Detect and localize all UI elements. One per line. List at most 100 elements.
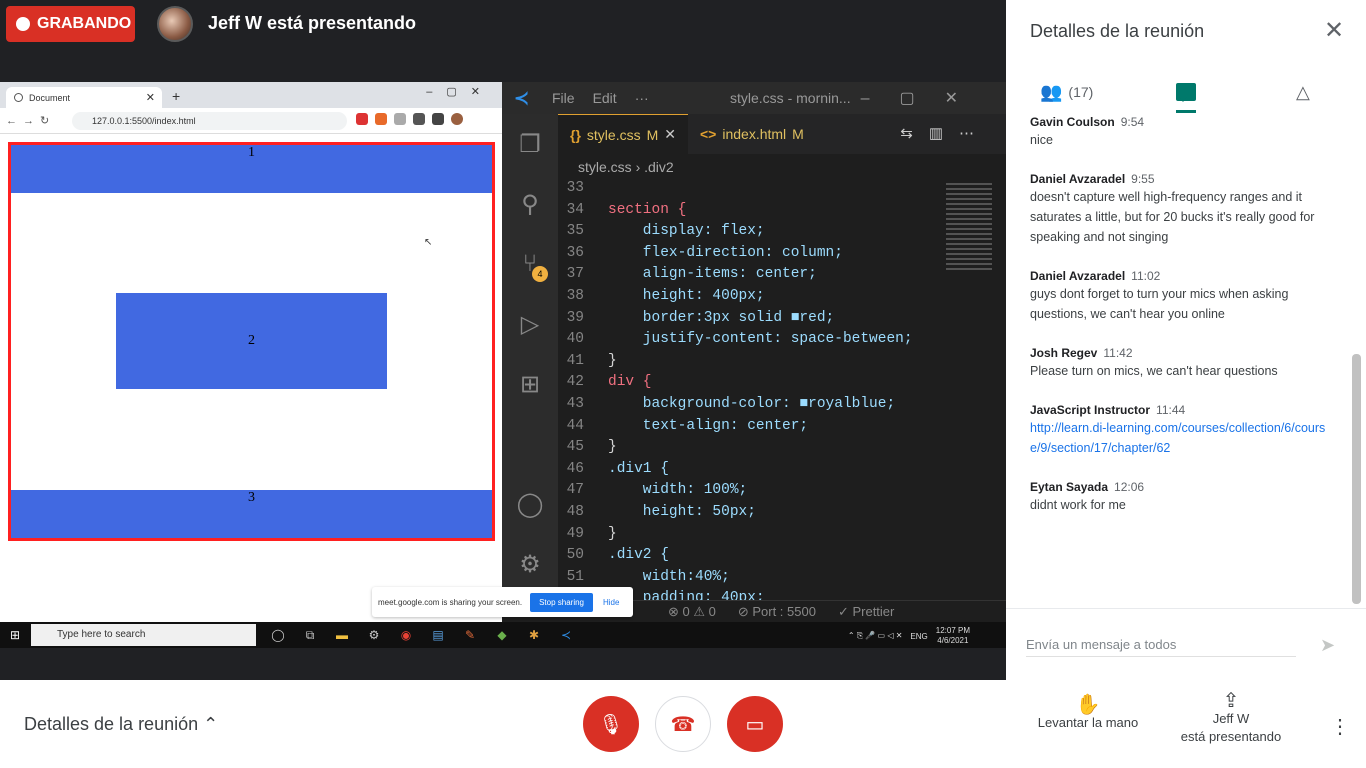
code-line[interactable]: 44 text-align: center; bbox=[558, 418, 946, 440]
menu-file[interactable]: File bbox=[552, 90, 575, 106]
nav-icons[interactable]: ←→↻ bbox=[6, 114, 55, 127]
close-icon[interactable]: ✕ bbox=[1324, 16, 1344, 45]
line-text: } bbox=[608, 352, 617, 369]
extension-icon[interactable] bbox=[394, 113, 406, 125]
tab-chat[interactable] bbox=[1176, 72, 1196, 112]
settings-gear-icon[interactable]: ⚙ bbox=[502, 534, 558, 594]
puzzle-icon[interactable] bbox=[432, 113, 444, 125]
problems-status[interactable]: ⊗ 0 ⚠ 0 bbox=[668, 604, 716, 620]
stop-sharing-button[interactable]: Stop sharing bbox=[530, 592, 593, 612]
line-text: text-align: center; bbox=[608, 417, 809, 434]
tab-label: style.css bbox=[586, 126, 641, 143]
raise-hand-button[interactable]: ✋ Levantar la mano bbox=[1034, 695, 1142, 732]
code-line[interactable]: 38 height: 400px; bbox=[558, 288, 946, 310]
meeting-details-panel: Detalles de la reunión ✕ 👥 (17) △ Gavin C… bbox=[1006, 0, 1366, 680]
code-line[interactable]: 34 section { bbox=[558, 202, 946, 224]
code-line[interactable]: 47 width: 100%; bbox=[558, 482, 946, 504]
search-icon[interactable]: ⚲ bbox=[502, 174, 558, 234]
chrome-icon[interactable]: ◉ bbox=[390, 624, 422, 646]
editor-actions[interactable]: ⇆▥⋯ bbox=[900, 124, 990, 142]
profile-icon[interactable] bbox=[451, 113, 463, 125]
line-number: 49 bbox=[566, 525, 584, 542]
line-number: 43 bbox=[566, 395, 584, 412]
menu-more[interactable]: ··· bbox=[635, 90, 649, 106]
app-icon[interactable]: ✎ bbox=[454, 624, 486, 646]
line-text: .div2 { bbox=[608, 547, 669, 564]
extensions-icon[interactable]: ⊞ bbox=[502, 354, 558, 414]
meeting-details-toggle[interactable]: Detalles de la reunión ⌃ bbox=[24, 714, 218, 735]
tray-icons[interactable]: ⌃ ⎘ 🎤 ▭ ◁ ✕ bbox=[848, 631, 903, 641]
file-explorer-icon[interactable]: ▬ bbox=[326, 624, 358, 646]
message-link[interactable]: http://learn.di-learning.com/courses/col… bbox=[1030, 421, 1325, 455]
message-header: Josh Regev 11:42 bbox=[1030, 345, 1330, 361]
pen-icon[interactable] bbox=[413, 113, 425, 125]
code-line[interactable]: 46 .div1 { bbox=[558, 461, 946, 483]
taskbar-search[interactable]: Type here to search bbox=[31, 624, 256, 646]
language-indicator[interactable]: ENG bbox=[910, 632, 927, 641]
leave-call-button[interactable]: ☎ bbox=[655, 696, 711, 752]
hide-button[interactable]: Hide bbox=[603, 598, 619, 607]
vscode-taskbar-icon[interactable]: ≺ bbox=[550, 624, 582, 646]
system-tray: ⌃ ⎘ 🎤 ▭ ◁ ✕ ENG 12:07 PM 4/6/2021 bbox=[848, 626, 970, 646]
windows-start-icon[interactable]: ⊞ bbox=[10, 628, 20, 642]
code-line[interactable]: 48 height: 50px; bbox=[558, 504, 946, 526]
code-line[interactable]: 50 .div2 { bbox=[558, 547, 946, 569]
code-line[interactable]: 49} bbox=[558, 526, 946, 548]
more-options-icon[interactable]: ⋮ bbox=[1330, 714, 1350, 739]
code-editor[interactable]: 33 34 section {35 display: flex; 36 flex-di… bbox=[558, 180, 946, 600]
minimap[interactable] bbox=[946, 180, 992, 320]
code-line[interactable]: 43 background-color: ■royalblue; bbox=[558, 396, 946, 418]
app-icon[interactable]: ▤ bbox=[422, 624, 454, 646]
shapes-icon: △ bbox=[1296, 81, 1310, 102]
chat-message: Eytan Sayada 12:06 didnt work for me bbox=[1030, 479, 1330, 515]
code-line[interactable]: 36 flex-direction: column; bbox=[558, 245, 946, 267]
code-line[interactable]: 45} bbox=[558, 439, 946, 461]
brave-icon[interactable] bbox=[375, 113, 387, 125]
account-icon[interactable]: ◯ bbox=[502, 474, 558, 534]
address-bar[interactable]: 127.0.0.1:5500/index.html bbox=[72, 112, 347, 130]
code-line[interactable]: 39 border:3px solid ■red; bbox=[558, 310, 946, 332]
panel-tabs: 👥 (17) △ bbox=[1006, 72, 1366, 113]
code-line[interactable]: 41} bbox=[558, 353, 946, 375]
code-line[interactable]: 40 justify-content: space-between; bbox=[558, 331, 946, 353]
mic-off-button[interactable]: 🎙 bbox=[583, 696, 639, 752]
tab-activities[interactable]: △ bbox=[1296, 72, 1310, 112]
settings-icon[interactable]: ⚙ bbox=[358, 624, 390, 646]
close-icon[interactable]: ✕ bbox=[664, 126, 676, 143]
breadcrumb[interactable]: style.css › .div2 bbox=[558, 154, 1006, 180]
cortana-icon[interactable]: ◯ bbox=[262, 624, 294, 646]
code-line[interactable]: 37 align-items: center; bbox=[558, 266, 946, 288]
browser-tab-title: Document bbox=[29, 92, 71, 103]
code-line[interactable]: 35 display: flex; bbox=[558, 223, 946, 245]
message-author: Josh Regev bbox=[1030, 346, 1098, 360]
chat-scrollbar[interactable] bbox=[1352, 354, 1361, 604]
line-number: 40 bbox=[566, 331, 584, 348]
code-line[interactable]: 33 bbox=[558, 180, 946, 202]
source-control-icon[interactable]: ⑂ 4 bbox=[502, 234, 558, 294]
window-controls[interactable]: –▢✕ bbox=[426, 85, 494, 98]
explorer-icon[interactable]: ❐ bbox=[502, 114, 558, 174]
camera-off-button[interactable]: ▭ bbox=[727, 696, 783, 752]
tab-people[interactable]: 👥 (17) bbox=[1040, 72, 1093, 112]
tab-index-html[interactable]: <> index.html M bbox=[688, 114, 816, 154]
slack-icon[interactable]: ✱ bbox=[518, 624, 550, 646]
tab-style-css[interactable]: {} style.css M ✕ bbox=[558, 114, 688, 154]
run-debug-icon[interactable]: ▷ bbox=[502, 294, 558, 354]
vscode-window-controls[interactable]: –▢✕ bbox=[861, 88, 988, 108]
browser-tab[interactable]: Document ✕ bbox=[6, 87, 162, 108]
mouse-cursor-icon: ↖ bbox=[424, 237, 433, 248]
phone-hangup-icon: ☎ bbox=[670, 713, 696, 736]
port-status[interactable]: ⊘ Port : 5500 bbox=[738, 604, 816, 620]
menu-edit[interactable]: Edit bbox=[593, 90, 617, 106]
presenting-button[interactable]: ⇪ Jeff W está presentando bbox=[1170, 691, 1292, 746]
chat-input[interactable]: Envía un mensaje a todos bbox=[1026, 637, 1296, 657]
code-line[interactable]: 42 div { bbox=[558, 374, 946, 396]
close-icon[interactable]: ✕ bbox=[146, 91, 155, 104]
opera-icon[interactable] bbox=[356, 113, 368, 125]
app-icon[interactable]: ◆ bbox=[486, 624, 518, 646]
prettier-status[interactable]: ✓ Prettier bbox=[838, 604, 894, 620]
new-tab-icon[interactable]: + bbox=[172, 88, 180, 104]
task-view-icon[interactable]: ⧉ bbox=[294, 624, 326, 646]
clock[interactable]: 12:07 PM 4/6/2021 bbox=[936, 626, 970, 646]
send-icon[interactable]: ➤ bbox=[1320, 635, 1335, 656]
